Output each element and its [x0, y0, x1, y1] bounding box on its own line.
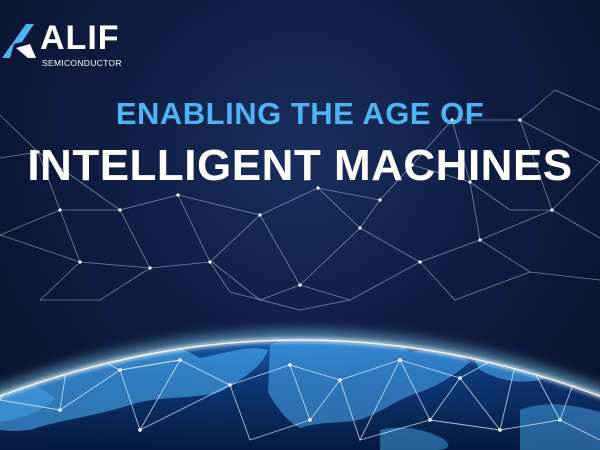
brand-logo[interactable]: ALIF SEMICONDUCTOR: [0, 18, 140, 68]
headline-line-1: ENABLING THE AGE OF: [115, 96, 485, 131]
banner: ALIF SEMICONDUCTOR ENABLING THE AGE OF I…: [0, 0, 600, 450]
alif-logo-icon: [2, 24, 36, 58]
headline-line-2: INTELLIGENT MACHINES: [27, 141, 573, 190]
brand-name: ALIF: [40, 19, 120, 57]
brand-subtitle: SEMICONDUCTOR: [42, 58, 122, 68]
